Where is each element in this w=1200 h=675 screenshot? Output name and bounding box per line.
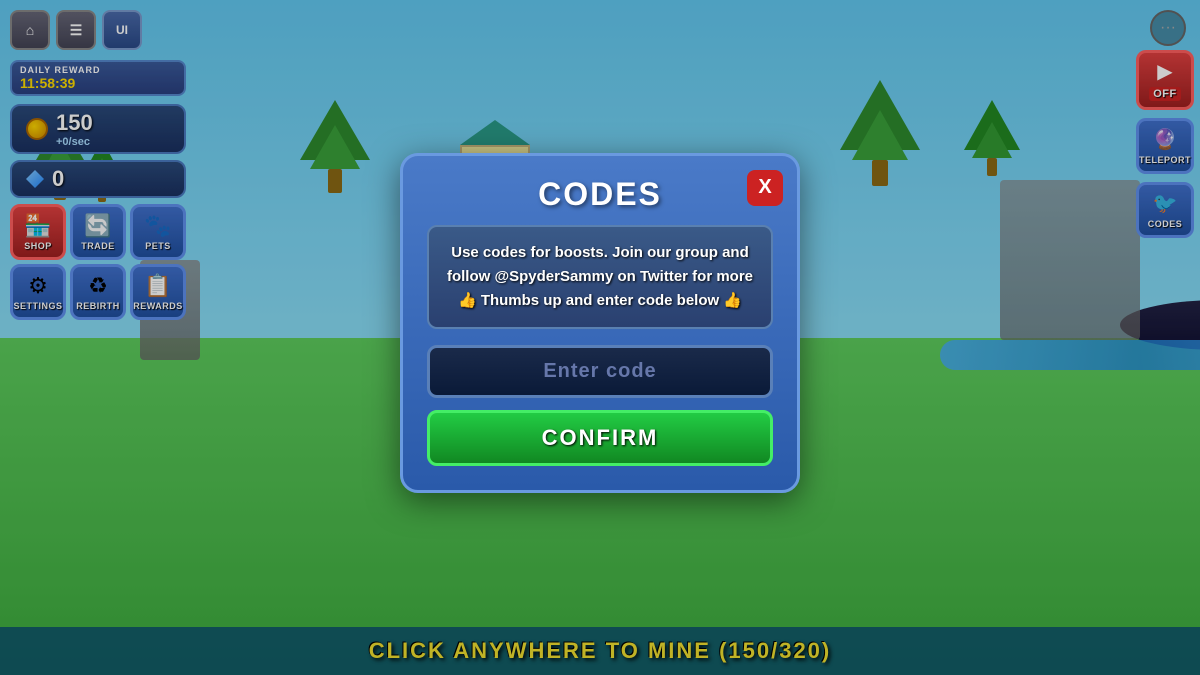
modal-title: CODES [427,176,773,213]
codes-modal: CODES X Use codes for boosts. Join our g… [400,153,800,493]
code-input[interactable] [427,345,773,398]
modal-overlay: CODES X Use codes for boosts. Join our g… [0,0,1200,675]
confirm-button[interactable]: CONFIRM [427,410,773,466]
modal-description-box: Use codes for boosts. Join our group and… [427,225,773,329]
modal-description: Use codes for boosts. Join our group and… [445,241,755,313]
modal-close-button[interactable]: X [747,170,783,206]
